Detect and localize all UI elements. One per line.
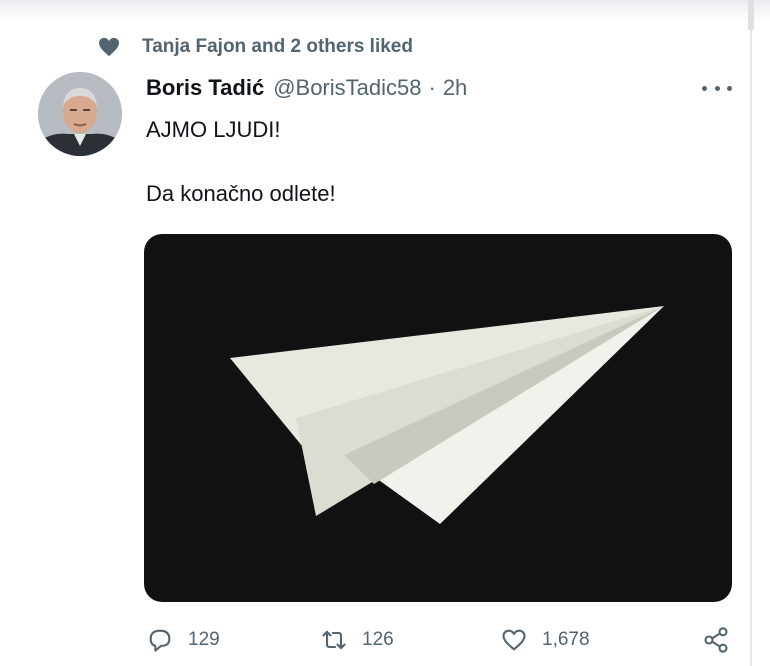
- share-button[interactable]: [702, 622, 730, 658]
- retweet-count: 126: [362, 629, 394, 650]
- tweet-actions: 129 126 1,678: [146, 622, 736, 658]
- like-button[interactable]: 1,678: [500, 622, 590, 658]
- avatar[interactable]: [38, 72, 122, 156]
- reply-icon: [149, 629, 171, 652]
- retweet-button[interactable]: 126: [320, 622, 394, 658]
- like-count: 1,678: [542, 629, 590, 650]
- social-context-text[interactable]: Tanja Fajon and 2 others liked: [142, 36, 413, 58]
- tweet-text: AJMO LJUDI! Da konačno odlete!: [146, 116, 336, 208]
- retweet-icon: [322, 630, 346, 650]
- scrollbar[interactable]: [748, 0, 754, 30]
- top-shadow: [0, 0, 770, 22]
- paper-plane-image: [230, 306, 664, 524]
- like-icon: [502, 629, 526, 651]
- separator-dot: ·: [428, 75, 436, 100]
- tweet-text-line1: AJMO LJUDI!: [146, 117, 281, 142]
- reply-count: 129: [188, 629, 220, 650]
- timeline-border: [750, 0, 752, 666]
- avatar-image: [38, 72, 122, 156]
- share-icon: [704, 627, 728, 653]
- author-name[interactable]: Boris Tadić: [146, 75, 264, 101]
- tweet-text-line2: Da konačno odlete!: [146, 181, 336, 206]
- reply-button[interactable]: 129: [146, 622, 220, 658]
- more-options-icon[interactable]: [702, 82, 732, 94]
- social-context: Tanja Fajon and 2 others liked: [98, 34, 413, 60]
- heart-icon: [99, 37, 119, 57]
- tweet-header: Boris Tadić @BorisTadic58 · 2h: [146, 72, 467, 104]
- tweet-media[interactable]: [144, 234, 732, 602]
- timestamp[interactable]: 2h: [443, 75, 467, 101]
- author-handle[interactable]: @BorisTadic58: [273, 75, 421, 101]
